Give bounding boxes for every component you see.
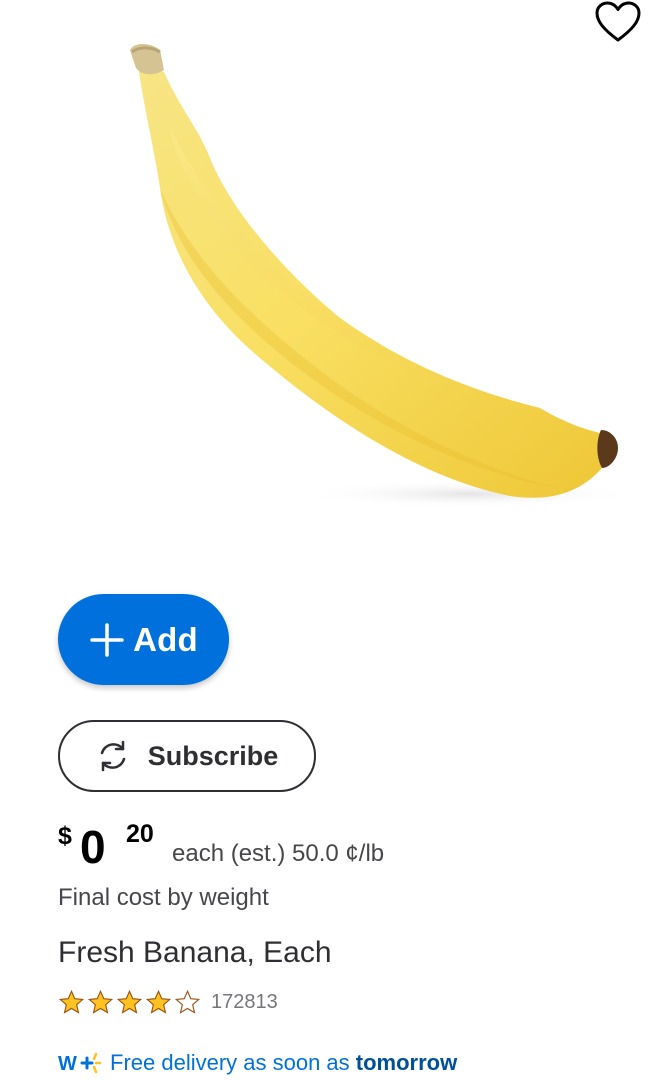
product-image[interactable] [110,38,640,518]
star-filled-icon [116,989,143,1014]
delivery-text-prefix: Free delivery as soon as [110,1050,356,1075]
walmart-plus-logo-icon: W [58,1052,102,1075]
star-filled-icon [58,989,85,1014]
subscribe-button-label: Subscribe [147,740,279,771]
product-card: Add Subscribe $ 0 20 each (est.) 50.0 ¢/… [0,0,659,1079]
add-button-label: Add [133,620,198,658]
price-cents: 20 [126,820,154,848]
banana-image [130,44,640,508]
review-count: 172813 [211,990,278,1013]
star-filled-icon [87,989,114,1014]
delivery-text-emphasis: tomorrow [355,1050,458,1075]
add-to-cart-button[interactable]: Add [58,594,229,685]
star-empty-icon [174,989,201,1014]
subscribe-button[interactable]: Subscribe [58,720,316,792]
price-dollars: 0 [80,821,106,873]
product-title[interactable]: Fresh Banana, Each [58,936,332,970]
delivery-text: Free delivery as soon as tomorrow [110,1050,457,1076]
final-cost-note: Final cost by weight [58,884,269,911]
price-unit-text: each (est.) 50.0 ¢/lb [172,840,385,867]
refresh-icon [100,740,125,772]
price-currency: $ [58,822,72,850]
price: $ 0 20 each (est.) 50.0 ¢/lb [58,816,618,872]
plus-icon [90,622,124,657]
delivery-info: W Free delivery as soon as tomorrow [58,1046,457,1080]
rating[interactable]: 172813 [58,988,278,1016]
star-filled-icon [145,989,172,1014]
svg-text:W: W [58,1053,77,1075]
